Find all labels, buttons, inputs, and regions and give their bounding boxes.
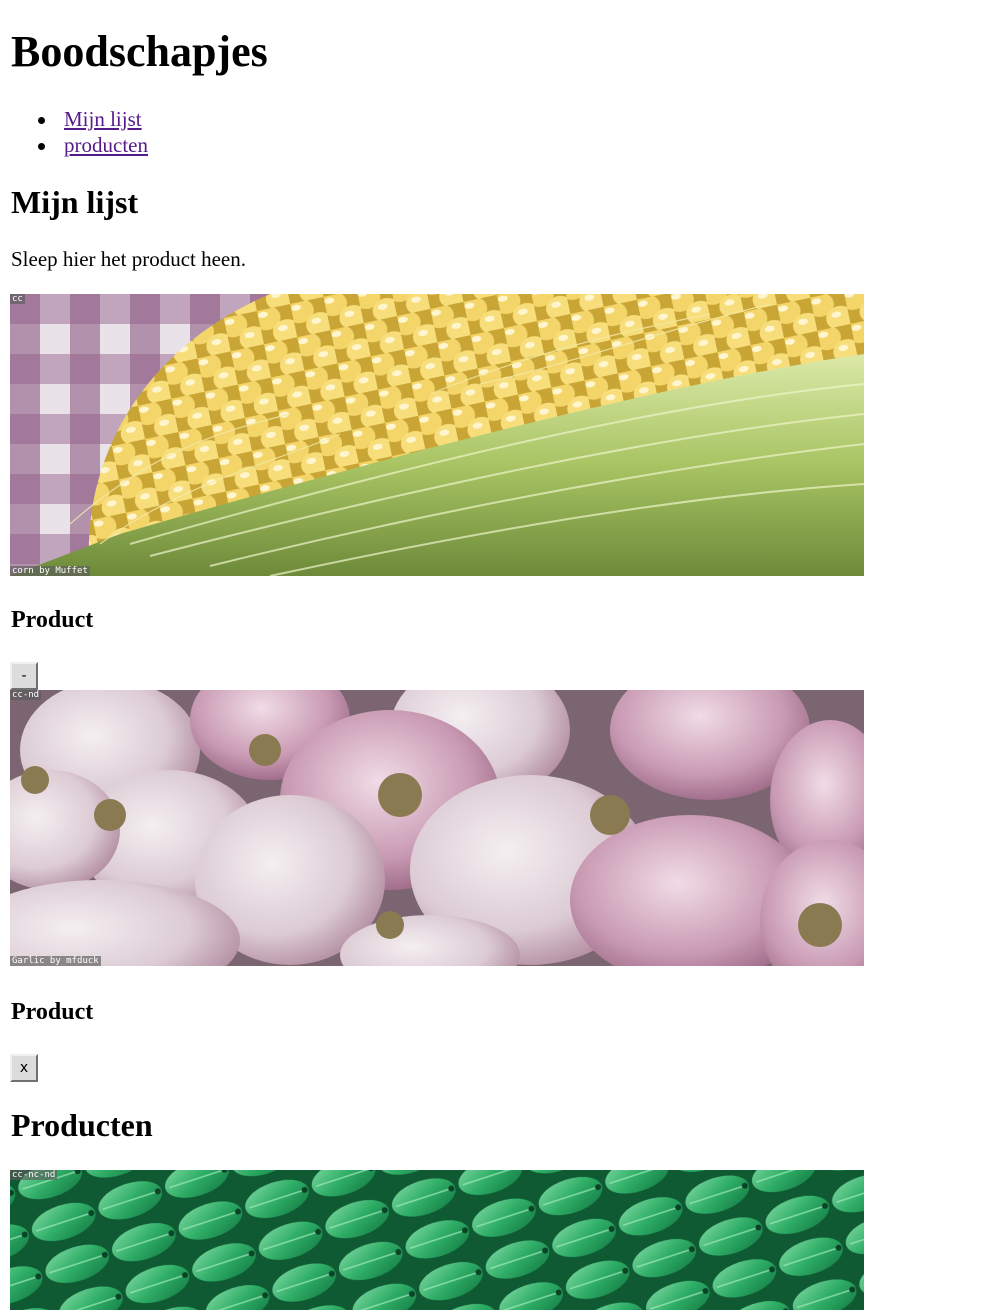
okra-photo	[10, 1170, 864, 1310]
okra-image[interactable]: cc-nc-nd	[10, 1170, 864, 1310]
license-label: cc-nc-nd	[10, 1170, 58, 1180]
corn-image[interactable]: cc corn by Muffet	[10, 294, 864, 576]
corn-photo	[10, 294, 864, 576]
remove-button[interactable]: x	[10, 1054, 38, 1082]
my-list-heading: Mijn lijst	[11, 184, 139, 220]
decrease-button[interactable]: -	[10, 662, 38, 690]
garlic-photo	[10, 690, 864, 966]
license-label: cc	[10, 294, 25, 304]
photo-credit: corn by Muffet	[10, 566, 90, 576]
product-title: Product	[11, 607, 94, 633]
products-heading: Producten	[11, 1107, 153, 1143]
license-label: cc-nd	[10, 690, 42, 700]
photo-credit: Garlic by mfduck	[10, 956, 101, 966]
nav-link-mijn-lijst[interactable]: Mijn lijst	[64, 107, 142, 131]
drop-hint: Sleep hier het product heen.	[11, 247, 246, 271]
product-title: Product	[11, 999, 94, 1025]
nav-link-producten[interactable]: producten	[64, 133, 148, 157]
nav-item-producten: producten	[10, 132, 148, 158]
nav-item-mijn-lijst: Mijn lijst	[10, 106, 148, 132]
page-title: Boodschapjes	[11, 27, 268, 76]
main-nav: Mijn lijst producten	[10, 106, 148, 158]
garlic-image[interactable]: cc-nd Garlic by mfduck	[10, 690, 864, 966]
